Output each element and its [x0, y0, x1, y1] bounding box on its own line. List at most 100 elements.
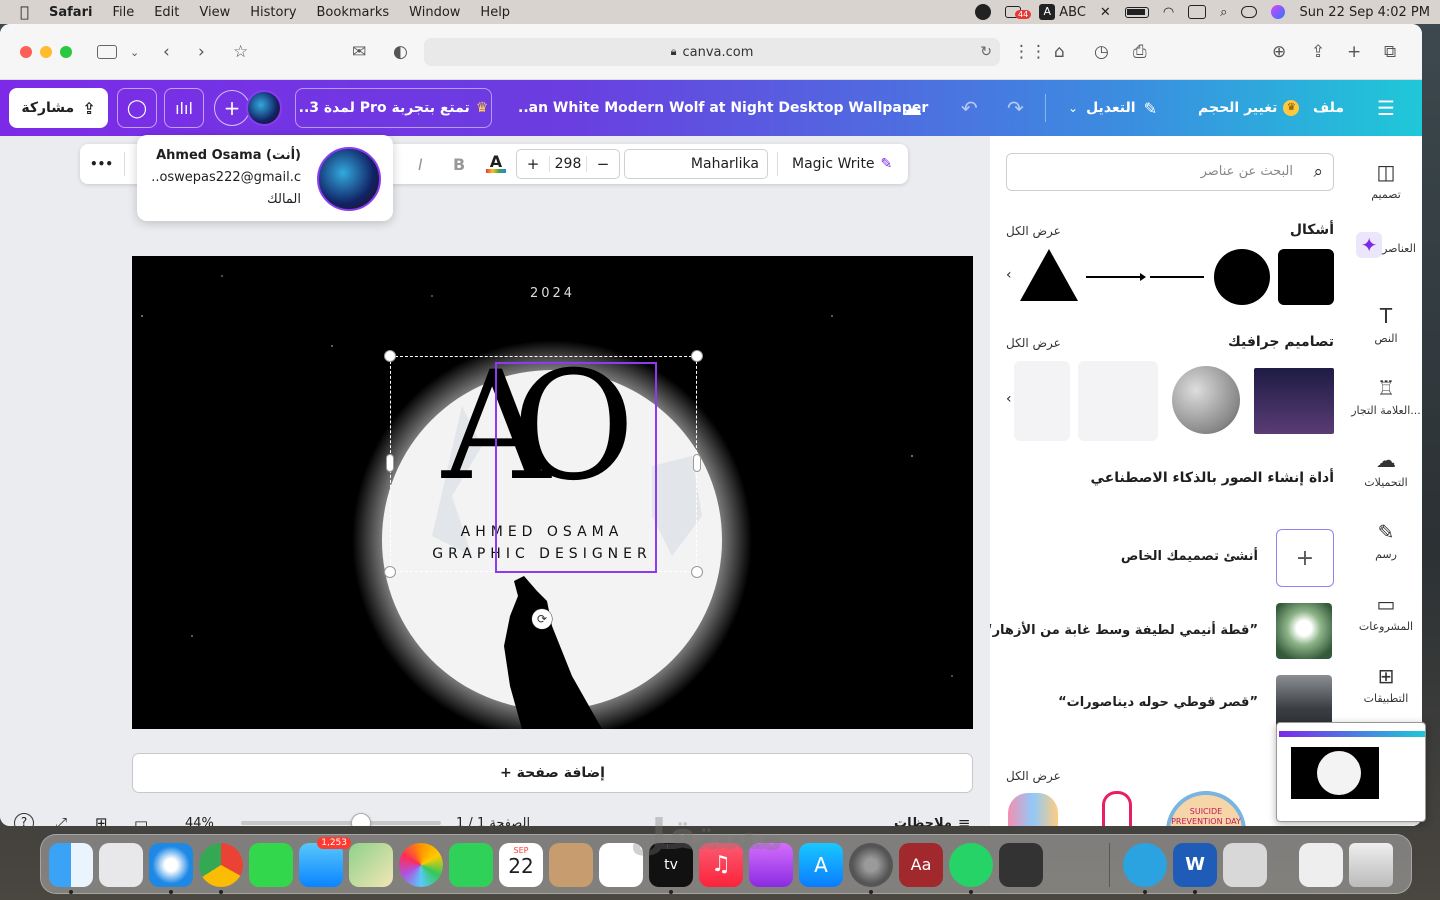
calculator-icon[interactable]	[999, 843, 1043, 887]
ai-prompt-item[interactable]: “قطة أنيمي لطيفة وسط غابة من الأزهار”	[990, 603, 1334, 659]
zoom-slider-thumb[interactable]	[351, 813, 371, 826]
zoom-slider[interactable]	[241, 813, 441, 826]
new-tab-icon[interactable]: +	[1347, 42, 1361, 62]
undo-icon[interactable]: ↶	[961, 80, 978, 136]
add-collaborator-button[interactable]: +	[214, 90, 250, 126]
chevron-down-icon[interactable]: ⌄	[130, 46, 139, 59]
redo-icon[interactable]: ↷	[1007, 80, 1024, 136]
search-input[interactable]: ⌕ البحث عن عناصر	[1006, 153, 1334, 191]
share-button[interactable]: مشاركة ⇪	[9, 88, 108, 128]
insights-button[interactable]: ılıl	[164, 88, 204, 128]
resize-handle[interactable]	[384, 350, 396, 362]
fullscreen-icon[interactable]: ⤢	[55, 814, 67, 826]
font-size-decrease-button[interactable]: −	[587, 155, 619, 173]
input-method[interactable]: A ABC	[1039, 4, 1086, 20]
sidebar-item-apps[interactable]: ⊞ التطبيقات	[1350, 664, 1422, 705]
magic-write-button[interactable]: Magic Write ✎	[792, 144, 892, 184]
dictionary-icon[interactable]: Aa	[899, 843, 943, 887]
resize-handle[interactable]	[691, 566, 703, 578]
text-color-button[interactable]: A	[486, 144, 506, 184]
ribbon-sticker[interactable]	[1102, 791, 1132, 826]
shield-icon[interactable]: ◐	[393, 42, 408, 62]
address-bar[interactable]: 🔒︎ canva.com ↻	[424, 38, 1000, 66]
menu-bookmarks[interactable]: Bookmarks	[307, 5, 400, 20]
menu-help[interactable]: Help	[470, 5, 520, 20]
tab-overview-icon[interactable]: ⧉	[1384, 42, 1396, 62]
more-options-button[interactable]: •••	[90, 144, 113, 184]
create-own-row[interactable]: أنشئ تصميمك الخاص +	[1006, 529, 1334, 587]
mail-icon[interactable]: ✉	[352, 42, 366, 62]
app-store-icon[interactable]: A	[799, 843, 843, 887]
sidebar-item-draw[interactable]: ✎ رسم	[1350, 520, 1422, 561]
grammarly-icon[interactable]	[975, 4, 992, 20]
font-family-select[interactable]: Maharlika	[624, 149, 768, 179]
sidebar-icon[interactable]	[97, 45, 117, 59]
collaborators[interactable]: +	[214, 90, 284, 126]
night-sky-graphic-thumbnail[interactable]	[1254, 368, 1334, 434]
zoom-window-button[interactable]	[60, 46, 72, 58]
plus-icon[interactable]: +	[1276, 529, 1334, 587]
siri-icon[interactable]	[1271, 5, 1286, 19]
bluetooth-icon[interactable]: ✕	[1100, 5, 1111, 20]
italic-button[interactable]: I	[418, 144, 423, 184]
safari-icon[interactable]	[149, 843, 193, 887]
system-settings-icon[interactable]	[849, 843, 893, 887]
sidebar-item-elements[interactable]: ✦ العناصر	[1350, 232, 1422, 264]
menu-edit[interactable]: Edit	[144, 5, 189, 20]
keyboard-icon[interactable]	[1188, 5, 1207, 19]
year-text[interactable]: 2024	[132, 286, 973, 301]
font-size-increase-button[interactable]: +	[517, 155, 549, 173]
zoom-value[interactable]: 44%	[185, 816, 214, 827]
wifi-icon[interactable]: ◠	[1163, 5, 1174, 20]
font-size-value[interactable]: 298	[549, 156, 587, 172]
edit-mode-button[interactable]: ⌄ التعديل ✎	[1068, 80, 1157, 136]
avatar[interactable]	[246, 90, 282, 126]
menu-view[interactable]: View	[189, 5, 240, 20]
grid-view-icon[interactable]: ⊞	[95, 814, 108, 826]
rotate-handle-icon[interactable]: ⟳	[532, 609, 552, 629]
mail-icon[interactable]: 1,253	[299, 837, 351, 887]
sidebar-item-brand[interactable]: ♖ العلامة التجار...	[1350, 376, 1422, 417]
font-size-stepper[interactable]: + 298 −	[516, 149, 620, 179]
telegram-icon[interactable]	[1123, 843, 1167, 887]
spotlight-icon[interactable]: ⌕	[1220, 5, 1227, 20]
page-indicator[interactable]: الصفحة 1 / 1	[456, 816, 530, 827]
screenshot-thumbnail-preview[interactable]	[1276, 722, 1426, 822]
back-icon[interactable]: ‹	[163, 42, 170, 62]
menu-history[interactable]: History	[240, 5, 306, 20]
app-menu-safari[interactable]: Safari	[39, 5, 102, 20]
facetime-icon[interactable]	[449, 843, 493, 887]
photos-icon[interactable]	[399, 843, 443, 887]
sidebar-item-text[interactable]: T النص	[1350, 304, 1422, 345]
help-icon[interactable]: ?	[14, 813, 34, 826]
finder-icon[interactable]	[49, 843, 93, 887]
star-icon[interactable]: ☆	[233, 42, 248, 62]
print-icon[interactable]: ⎙	[1133, 42, 1147, 62]
hamburger-menu-icon[interactable]: ☰	[1377, 80, 1395, 136]
moon-graphic-thumbnail[interactable]	[1172, 366, 1240, 434]
resize-handle[interactable]	[691, 350, 703, 362]
share-icon[interactable]: ⇪	[1311, 42, 1325, 62]
side-handle[interactable]	[386, 454, 394, 472]
graphic-thumbnail[interactable]	[1014, 361, 1070, 441]
people-sticker[interactable]	[1008, 793, 1058, 826]
stickers-see-all-link[interactable]: عرض الكل	[1006, 769, 1061, 783]
sidebar-item-uploads[interactable]: ☁ التحميلات	[1350, 448, 1422, 489]
downloads-stack-icon[interactable]	[1299, 843, 1343, 887]
chevron-left-icon[interactable]: ‹	[1006, 391, 1012, 407]
close-window-button[interactable]	[20, 46, 32, 58]
graphics-see-all-link[interactable]: عرض الكل	[1006, 336, 1061, 350]
contacts-icon[interactable]	[549, 843, 593, 887]
download-icon[interactable]: ⊕	[1272, 42, 1286, 62]
sidebar-item-projects[interactable]: ▭ المشروعات	[1350, 592, 1422, 633]
chrome-icon[interactable]	[199, 843, 243, 887]
comment-button[interactable]: ◯	[117, 88, 157, 128]
maps-icon[interactable]	[349, 843, 393, 887]
design-canvas[interactable]: 2024 A O AHMED OSAMA GRAPHIC DESIGNER ⟳	[132, 256, 973, 729]
apple-logo-icon[interactable]: 	[10, 3, 39, 21]
pro-trial-button[interactable]: ♛ تمتع بتجربة Pro لمدة 3..	[295, 88, 492, 128]
notes-button[interactable]: ملاحظات ≡	[894, 814, 970, 826]
page-view-icon[interactable]: ▭	[134, 814, 148, 826]
resize-handle[interactable]	[384, 566, 396, 578]
reload-icon[interactable]: ↻	[980, 44, 992, 60]
